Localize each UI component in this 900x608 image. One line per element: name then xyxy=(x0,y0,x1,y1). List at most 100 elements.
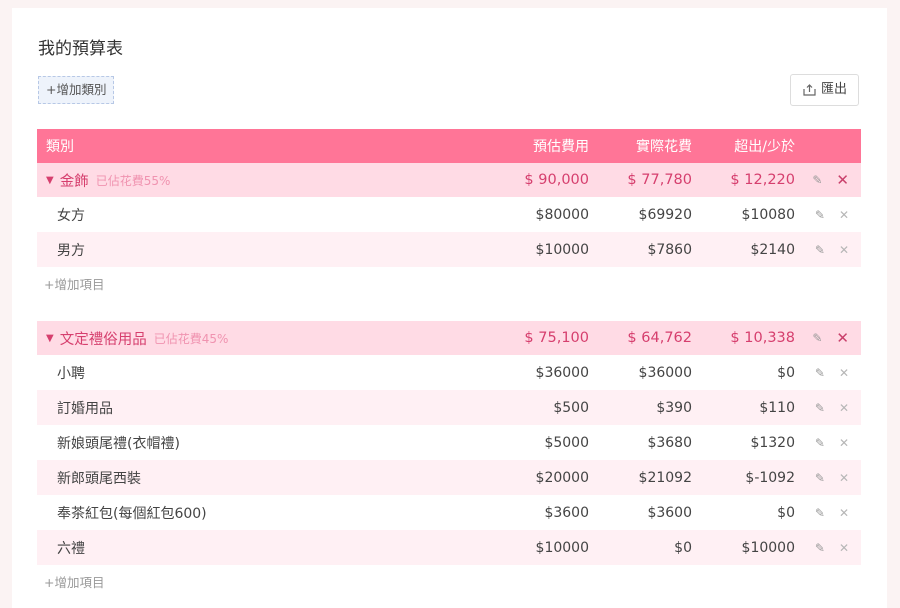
category-percent: 已佔花費45% xyxy=(153,331,229,346)
table-row: 女方 $80000 $69920 $10080 ✎ ✕ xyxy=(37,197,861,232)
pencil-icon[interactable]: ✎ xyxy=(815,401,825,415)
item-diff: $0 xyxy=(777,504,795,521)
item-actual: $21092 xyxy=(638,469,692,486)
add-item-button[interactable]: +增加項目 xyxy=(37,267,861,303)
item-actual: $3680 xyxy=(647,434,692,451)
item-estimated: $80000 xyxy=(535,206,589,223)
row-actions: ✎ ✕ xyxy=(799,436,861,450)
export-label: 匯出 xyxy=(820,82,847,97)
close-icon[interactable]: ✕ xyxy=(839,208,849,222)
budget-table: 類別 預估費用 實際花費 超出/少於 ▼ 金飾 已佔花費55% $ 90,000 $ 7… xyxy=(37,129,861,601)
close-icon[interactable]: ✕ xyxy=(839,366,849,380)
item-diff: $10080 xyxy=(741,206,795,223)
item-actual: $390 xyxy=(656,399,692,416)
item-diff: $0 xyxy=(777,364,795,381)
item-name: 新郎頭尾西裝 xyxy=(57,470,141,487)
item-name: 小聘 xyxy=(57,365,85,382)
category-percent: 已佔花費55% xyxy=(95,173,171,188)
item-name: 新娘頭尾禮(衣帽禮) xyxy=(57,435,180,452)
close-icon[interactable]: ✕ xyxy=(839,401,849,415)
budget-card: 我的預算表 +增加類別 匯出 類別 預估費用 實際花費 超出/少於 ▼ 金飾 已佔花… xyxy=(12,8,887,608)
item-name: 訂婚用品 xyxy=(57,400,113,417)
row-actions: ✎ ✕ xyxy=(799,329,861,347)
pencil-icon[interactable]: ✎ xyxy=(815,471,825,485)
close-icon[interactable]: ✕ xyxy=(839,471,849,485)
header-estimated: 預估費用 xyxy=(533,139,589,155)
item-diff: $2140 xyxy=(750,241,795,258)
table-row: 新郎頭尾西裝 $20000 $21092 $-1092 ✎ ✕ xyxy=(37,460,861,495)
table-header: 類別 預估費用 實際花費 超出/少於 xyxy=(37,129,861,163)
caret-down-icon[interactable]: ▼ xyxy=(46,175,54,186)
close-icon[interactable]: ✕ xyxy=(839,243,849,257)
item-name: 奉茶紅包(每個紅包600) xyxy=(57,505,207,522)
category-actual: $ 77,780 xyxy=(627,172,692,188)
item-estimated: $10000 xyxy=(535,539,589,556)
pencil-icon[interactable]: ✎ xyxy=(812,331,822,345)
item-diff: $-1092 xyxy=(745,469,795,486)
item-diff: $1320 xyxy=(750,434,795,451)
item-estimated: $20000 xyxy=(535,469,589,486)
item-actual: $69920 xyxy=(638,206,692,223)
item-name: 六禮 xyxy=(57,540,85,557)
table-row: 小聘 $36000 $36000 $0 ✎ ✕ xyxy=(37,355,861,390)
pencil-icon[interactable]: ✎ xyxy=(815,243,825,257)
table-body: ▼ 金飾 已佔花費55% $ 90,000 $ 77,780 $ 12,220 ✎ ✕ 女方 $8… xyxy=(37,163,861,601)
pencil-icon[interactable]: ✎ xyxy=(812,173,822,187)
item-estimated: $36000 xyxy=(535,364,589,381)
close-icon[interactable]: ✕ xyxy=(836,329,849,347)
pencil-icon[interactable]: ✎ xyxy=(815,506,825,520)
close-icon[interactable]: ✕ xyxy=(839,506,849,520)
close-icon[interactable]: ✕ xyxy=(839,541,849,555)
item-estimated: $500 xyxy=(553,399,589,416)
category-actual: $ 64,762 xyxy=(627,330,692,346)
item-actual: $7860 xyxy=(647,241,692,258)
pencil-icon[interactable]: ✎ xyxy=(815,208,825,222)
item-name: 男方 xyxy=(57,242,85,259)
item-estimated: $3600 xyxy=(544,504,589,521)
category-diff: $ 12,220 xyxy=(730,172,795,188)
pencil-icon[interactable]: ✎ xyxy=(815,436,825,450)
item-diff: $110 xyxy=(759,399,795,416)
item-name: 女方 xyxy=(57,207,85,224)
category-name-cell: ▼ 文定禮俗用品 已佔花費45% xyxy=(37,328,456,349)
close-icon[interactable]: ✕ xyxy=(836,171,849,189)
row-actions: ✎ ✕ xyxy=(799,243,861,257)
category-estimated: $ 75,100 xyxy=(524,330,589,346)
header-actual: 實際花費 xyxy=(636,139,692,155)
add-category-button[interactable]: +增加類別 xyxy=(38,76,115,104)
row-actions: ✎ ✕ xyxy=(799,506,861,520)
caret-down-icon[interactable]: ▼ xyxy=(46,333,54,344)
table-row: 六禮 $10000 $0 $10000 ✎ ✕ xyxy=(37,530,861,565)
category-name: 文定禮俗用品 xyxy=(59,331,147,348)
category-diff: $ 10,338 xyxy=(730,330,795,346)
category-estimated: $ 90,000 xyxy=(524,172,589,188)
table-row: 男方 $10000 $7860 $2140 ✎ ✕ xyxy=(37,232,861,267)
page-title: 我的預算表 xyxy=(38,39,123,59)
item-diff: $10000 xyxy=(741,539,795,556)
row-actions: ✎ ✕ xyxy=(799,366,861,380)
header-diff: 超出/少於 xyxy=(734,139,795,155)
add-item-button[interactable]: +增加項目 xyxy=(37,565,861,601)
header-category: 類別 xyxy=(46,139,74,155)
row-actions: ✎ ✕ xyxy=(799,541,861,555)
export-button[interactable]: 匯出 xyxy=(789,74,859,106)
export-icon xyxy=(803,84,816,96)
category-row[interactable]: ▼ 金飾 已佔花費55% $ 90,000 $ 77,780 $ 12,220 ✎ ✕ xyxy=(37,163,861,197)
row-actions: ✎ ✕ xyxy=(799,171,861,189)
pencil-icon[interactable]: ✎ xyxy=(815,366,825,380)
close-icon[interactable]: ✕ xyxy=(839,436,849,450)
category-name: 金飾 xyxy=(59,173,89,190)
table-row: 奉茶紅包(每個紅包600) $3600 $3600 $0 ✎ ✕ xyxy=(37,495,861,530)
item-estimated: $5000 xyxy=(544,434,589,451)
item-estimated: $10000 xyxy=(535,241,589,258)
row-actions: ✎ ✕ xyxy=(799,208,861,222)
item-actual: $36000 xyxy=(638,364,692,381)
table-row: 訂婚用品 $500 $390 $110 ✎ ✕ xyxy=(37,390,861,425)
category-row[interactable]: ▼ 文定禮俗用品 已佔花費45% $ 75,100 $ 64,762 $ 10,338 ✎ ✕ xyxy=(37,321,861,355)
category-name-cell: ▼ 金飾 已佔花費55% xyxy=(37,170,456,191)
row-actions: ✎ ✕ xyxy=(799,471,861,485)
item-actual: $0 xyxy=(674,539,692,556)
table-row: 新娘頭尾禮(衣帽禮) $5000 $3680 $1320 ✎ ✕ xyxy=(37,425,861,460)
pencil-icon[interactable]: ✎ xyxy=(815,541,825,555)
